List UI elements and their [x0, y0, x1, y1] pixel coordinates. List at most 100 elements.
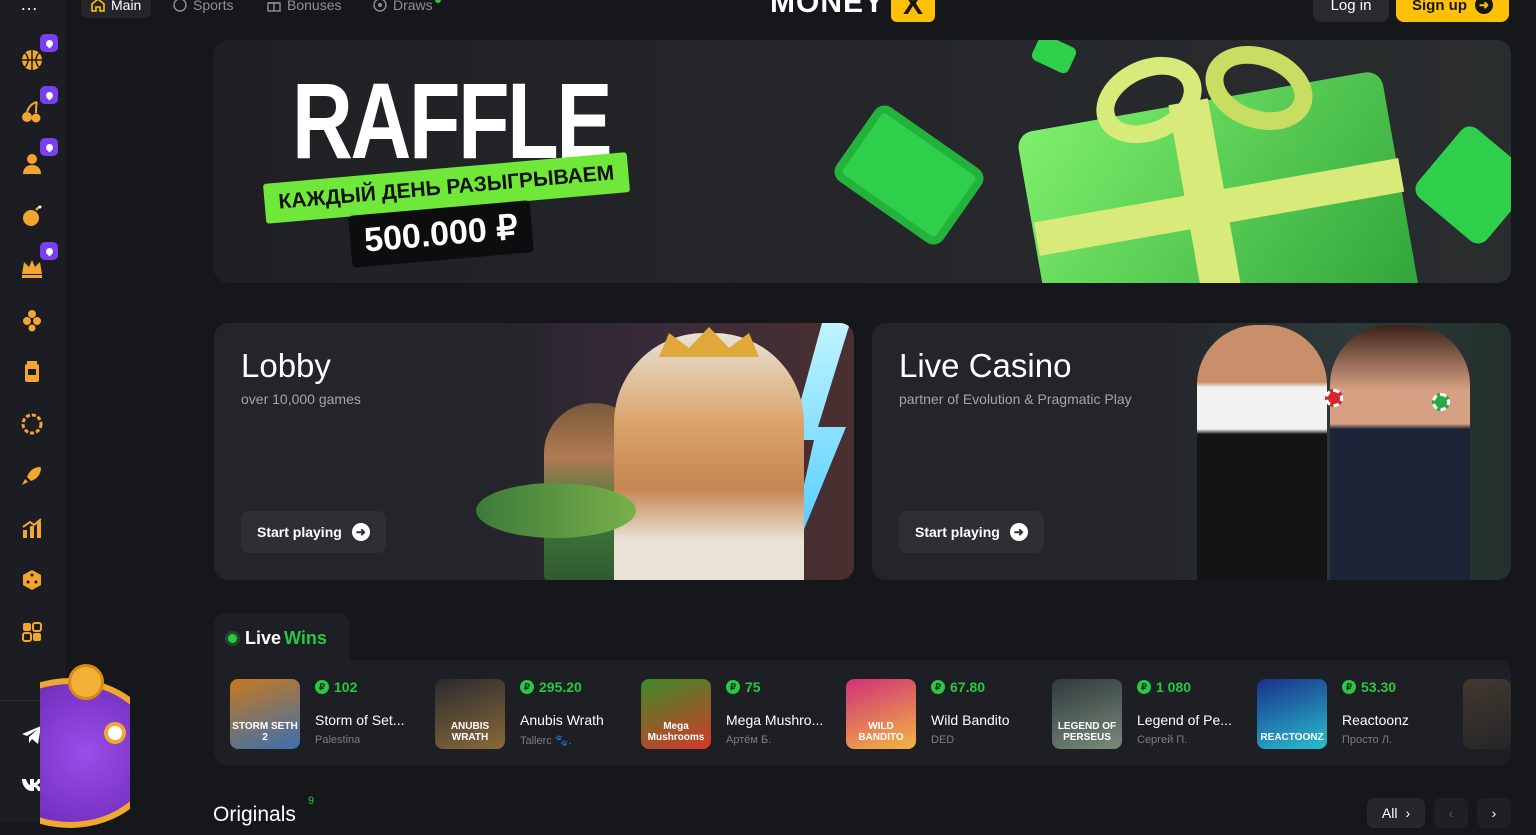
user-name: DED — [931, 734, 955, 746]
sidebar-item-sports[interactable] — [18, 34, 58, 74]
ball-icon — [173, 0, 187, 12]
ruble-icon: ₽ — [315, 680, 329, 694]
game-thumbnail[interactable]: LEGEND OF PERSEUS — [1052, 679, 1122, 749]
sidebar-item-trading[interactable] — [18, 514, 46, 542]
win-amount-value: 53.30 — [1361, 679, 1397, 695]
basketball-icon — [22, 50, 42, 70]
fish-image — [476, 483, 636, 538]
user-name: Просто Л. — [1342, 734, 1393, 746]
coin-icon — [68, 664, 104, 700]
card-title: Live Casino — [899, 347, 1072, 384]
game-name: Storm of Set... — [315, 712, 405, 728]
section-count-badge: 9 — [308, 795, 315, 807]
ruble-icon: ₽ — [520, 680, 534, 694]
ruble-icon: ₽ — [931, 680, 945, 694]
show-all-button[interactable]: All › — [1367, 798, 1425, 828]
game-thumbnail[interactable]: REACTOONZ — [1257, 679, 1327, 749]
sidebar-item-mines[interactable] — [18, 202, 46, 230]
user-name: Сергей П. — [1137, 734, 1188, 746]
game-name: Legend of Pe... — [1137, 712, 1232, 728]
rocket-icon — [22, 467, 41, 485]
sidebar-item-puzzle[interactable] — [18, 618, 46, 646]
user-name: Tallerc 🐾. — [520, 735, 572, 747]
sidebar-item-vip[interactable] — [18, 242, 58, 282]
zeus-image — [614, 333, 804, 580]
sidebar-item-dice[interactable] — [18, 566, 46, 594]
game-thumbnail[interactable]: Mega Mushrooms — [641, 679, 711, 749]
tab-label: Bonuses — [287, 0, 342, 13]
live-casino-card[interactable]: Live Casino partner of Evolution & Pragm… — [872, 323, 1511, 580]
scroll-left-button[interactable]: ‹ — [1434, 798, 1468, 828]
start-playing-button[interactable]: Start playing ➜ — [899, 511, 1044, 553]
crown-image — [659, 327, 759, 357]
win-amount: ₽53.30 — [1342, 679, 1396, 695]
crown-icon — [22, 260, 42, 278]
dice-icon — [23, 570, 41, 590]
puzzle-icon — [22, 622, 42, 642]
tab-bonuses[interactable]: Bonuses — [257, 0, 351, 18]
win-amount: ₽67.80 — [931, 679, 985, 695]
casino-chip-icon — [1432, 393, 1450, 411]
live-wins-header: Live Wins — [214, 613, 350, 663]
arrow-right-icon: ➜ — [1009, 523, 1028, 541]
scroll-right-button[interactable]: › — [1477, 798, 1511, 828]
win-amount-value: 295.20 — [539, 679, 582, 695]
signup-label: Sign up — [1412, 0, 1467, 14]
win-amount-value: 75 — [745, 679, 761, 695]
tab-label: Draws — [393, 0, 433, 13]
game-thumbnail[interactable]: ANUBIS WRATH — [435, 679, 505, 749]
ticket-icon — [1029, 40, 1079, 76]
arrow-right-icon: ➜ — [1475, 0, 1493, 14]
game-name: Mega Mushro... — [726, 712, 824, 728]
tab-draws[interactable]: Draws — [363, 0, 451, 18]
win-amount-value: 67.80 — [950, 679, 986, 695]
sidebar-item-coins[interactable] — [18, 306, 46, 334]
bomb-icon — [23, 205, 42, 226]
chevron-right-icon: › — [1405, 805, 1411, 821]
live-dot — [228, 633, 237, 643]
cherry-icon — [22, 101, 41, 123]
game-thumbnail[interactable]: WILD BANDITO — [846, 679, 916, 749]
tab-label: Main — [111, 0, 142, 13]
signup-button[interactable]: Sign up ➜ — [1396, 0, 1509, 22]
sidebar-item-live-dealers[interactable] — [18, 138, 58, 178]
chart-icon — [22, 518, 42, 538]
gift-icon — [267, 2, 281, 12]
user-name: Артём Б. — [726, 734, 772, 746]
fortune-wheel-widget[interactable] — [40, 660, 130, 835]
user-name: Palestina — [315, 734, 361, 746]
login-button[interactable]: Log in — [1313, 0, 1389, 22]
sidebar-item-slot-machine[interactable] — [18, 358, 46, 386]
sidebar-item-slots[interactable] — [18, 86, 58, 126]
start-playing-button[interactable]: Start playing ➜ — [241, 511, 386, 553]
game-name: Anubis Wrath — [520, 712, 604, 728]
game-name: Reactoonz — [1342, 712, 1409, 728]
tab-main[interactable]: Main — [81, 0, 152, 18]
raffle-banner[interactable]: RAFFLE КАЖДЫЙ ДЕНЬ РАЗЫГРЫВАЕМ 500.000 ₽ — [214, 40, 1511, 283]
arrow-right-icon: ➜ — [351, 523, 370, 541]
sidebar-item-crash[interactable] — [18, 462, 46, 490]
game-thumbnail[interactable]: STORM SETH 2 — [230, 679, 300, 749]
live-wins-panel: STORM SETH 2 ₽102 Storm of Set... Palest… — [214, 660, 1511, 765]
menu-icon[interactable]: … — [20, 0, 39, 15]
logo-mark: X — [891, 0, 936, 22]
ticket-icon — [829, 100, 989, 250]
game-thumbnail[interactable] — [1463, 679, 1511, 749]
win-amount: ₽75 — [726, 679, 761, 695]
win-amount-value: 102 — [334, 679, 358, 695]
section-title: Originals — [213, 803, 296, 826]
tab-sports[interactable]: Sports — [163, 0, 243, 18]
card-title: Lobby — [241, 347, 331, 384]
game-name: Wild Bandito — [931, 712, 1010, 728]
button-label: Start playing — [257, 524, 342, 540]
top-navigation: Main Sports Bonuses Draws MONEY X Log in… — [65, 0, 1536, 22]
live-wins-title-a: Live — [245, 627, 282, 648]
casino-chip-icon — [1325, 389, 1343, 407]
lobby-card[interactable]: Lobby over 10,000 games Start playing ➜ — [214, 323, 854, 580]
card-subtitle: over 10,000 games — [241, 391, 361, 407]
sidebar-item-roulette[interactable] — [18, 410, 46, 438]
site-logo[interactable]: MONEY X — [770, 0, 936, 22]
dealer-man-image — [1197, 325, 1327, 580]
win-amount: ₽102 — [315, 679, 357, 695]
ruble-icon: ₽ — [1342, 680, 1356, 694]
